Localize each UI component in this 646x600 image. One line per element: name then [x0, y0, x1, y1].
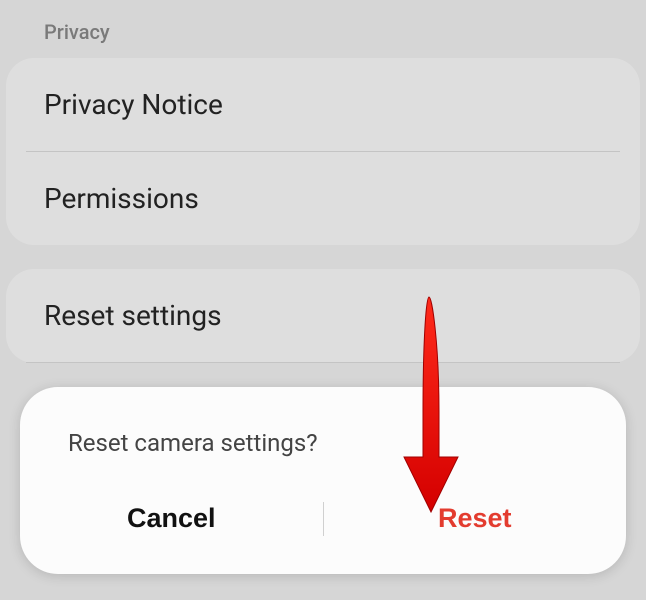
- privacy-card: Privacy Notice Permissions: [6, 58, 640, 245]
- reset-button[interactable]: Reset: [324, 493, 627, 544]
- reset-card: Reset settings: [6, 269, 640, 363]
- reset-settings-item[interactable]: Reset settings: [6, 269, 640, 362]
- permissions-item[interactable]: Permissions: [6, 152, 640, 245]
- privacy-section-header: Privacy: [0, 0, 646, 58]
- privacy-notice-item[interactable]: Privacy Notice: [6, 58, 640, 151]
- dialog-button-row: Cancel Reset: [20, 493, 626, 574]
- cancel-button[interactable]: Cancel: [20, 493, 323, 544]
- dialog-title: Reset camera settings?: [20, 387, 626, 493]
- divider: [26, 362, 620, 363]
- reset-confirm-dialog: Reset camera settings? Cancel Reset: [20, 387, 626, 574]
